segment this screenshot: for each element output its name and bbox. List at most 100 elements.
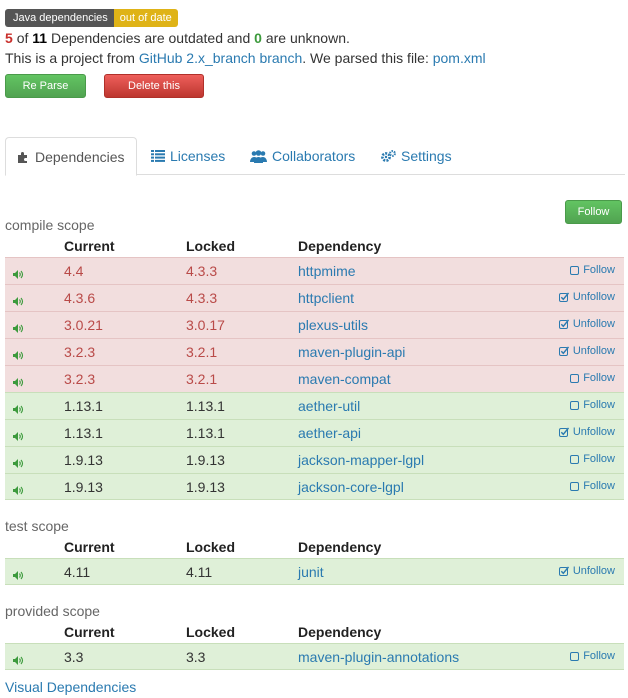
current-version: 4.11 [64,564,91,580]
table-row: 3.2.3 3.2.1 maven-plugin-api Unfollow [5,338,624,365]
checkbox-checked-icon [558,346,569,356]
unfollow-button[interactable]: Unfollow [558,345,615,357]
current-version: 1.9.13 [64,452,103,468]
follow-button[interactable]: Follow [570,264,615,276]
follow-label: Unfollow [572,565,615,577]
speaker-icon [13,428,24,444]
summary-end: are unknown. [265,30,350,46]
locked-version: 3.3 [186,649,206,665]
table-row: 1.9.13 1.9.13 jackson-mapper-lgpl Follow [5,446,624,473]
dependency-link[interactable]: httpmime [298,263,356,279]
table-header-test: Current Locked Dependency [5,537,624,559]
speaker-icon [13,266,24,282]
tab-licenses[interactable]: Licenses [151,137,225,175]
scope-title-test: test scope [5,518,69,534]
scope-title-provided: provided scope [5,603,100,619]
locked-version: 3.2.1 [186,371,218,387]
col-locked: Locked [186,624,236,640]
follow-button[interactable]: Follow [570,372,615,384]
tab-label: Collaborators [272,148,356,164]
badge-status: out of date [113,9,178,27]
unfollow-button[interactable]: Unfollow [558,291,615,303]
visual-dependencies-link[interactable]: Visual Dependencies [5,679,136,695]
list-icon [151,150,165,162]
locked-version: 1.13.1 [186,398,225,414]
dependency-link[interactable]: maven-plugin-annotations [298,649,459,665]
project-middle: . We parsed this file: [302,50,429,66]
unfollow-button[interactable]: Unfollow [558,318,615,330]
follow-button[interactable]: Follow [570,650,615,662]
project-source-line: This is a project from GitHub 2.x_branch… [5,50,486,66]
follow-label: Follow [583,650,615,662]
locked-version: 4.3.3 [186,290,218,306]
summary-middle: Dependencies are outdated and [50,30,251,46]
speaker-icon [13,567,24,583]
col-current: Current [64,539,115,555]
speaker-icon [13,374,24,390]
table-row: 1.13.1 1.13.1 aether-api Unfollow [5,419,624,446]
dependency-link[interactable]: jackson-mapper-lgpl [298,452,424,468]
tab-dependencies[interactable]: Dependencies [5,137,137,176]
current-version: 3.3 [64,649,84,665]
file-link[interactable]: pom.xml [433,50,486,66]
current-version: 4.3.6 [64,290,96,306]
current-version: 3.0.21 [64,317,103,333]
dependency-link[interactable]: jackson-core-lgpl [298,479,404,495]
current-version: 1.13.1 [64,398,103,414]
follow-all-button[interactable]: Follow All [565,200,622,240]
checkbox-icon [570,481,580,491]
dependency-link[interactable]: maven-plugin-api [298,344,405,360]
delete-project-button[interactable]: Delete this project [104,74,204,114]
tab-settings[interactable]: Settings [381,137,452,175]
current-version: 1.13.1 [64,425,103,441]
unfollow-button[interactable]: Unfollow [558,565,615,577]
checkbox-icon [570,651,580,661]
checkbox-checked-icon [558,566,569,576]
status-badge: Java dependencies out of date [5,9,178,27]
dependency-link[interactable]: aether-api [298,425,361,441]
table-row: 4.3.6 4.3.3 httpclient Unfollow [5,284,624,311]
current-version: 1.9.13 [64,479,103,495]
checkbox-icon [570,454,580,464]
table-header-compile: Current Locked Dependency [5,236,624,258]
follow-button[interactable]: Follow [570,453,615,465]
puzzle-icon [17,150,30,163]
table-row: 1.9.13 1.9.13 jackson-core-lgpl Follow [5,473,624,500]
summary-of: of [16,30,29,46]
unknown-count: 0 [254,30,262,46]
outdated-count: 5 [5,30,13,46]
current-version: 4.4 [64,263,84,279]
locked-version: 4.3.3 [186,263,218,279]
dependency-link[interactable]: httpclient [298,290,354,306]
dependency-link[interactable]: maven-compat [298,371,391,387]
reparse-button[interactable]: Re Parse Now [5,74,86,114]
unfollow-button[interactable]: Unfollow [558,426,615,438]
tab-collaborators[interactable]: Collaborators [250,137,355,175]
badge-label: Java dependencies [5,9,114,27]
table-row: 3.3 3.3 maven-plugin-annotations Follow [5,643,624,670]
checkbox-checked-icon [558,427,569,437]
table-row: 1.13.1 1.13.1 aether-util Follow [5,392,624,419]
total-count: 11 [32,30,48,46]
locked-version: 4.11 [186,564,213,580]
follow-label: Unfollow [572,426,615,438]
dependency-link[interactable]: plexus-utils [298,317,368,333]
follow-button[interactable]: Follow [570,399,615,411]
locked-version: 1.9.13 [186,452,225,468]
col-current: Current [64,624,115,640]
dependency-link[interactable]: aether-util [298,398,360,414]
tab-label: Dependencies [35,148,125,165]
table-row: 4.4 4.3.3 httpmime Follow [5,257,624,284]
follow-button[interactable]: Follow [570,480,615,492]
gears-icon [381,149,396,163]
checkbox-icon [570,373,580,383]
source-link[interactable]: GitHub 2.x_branch branch [139,50,302,66]
col-current: Current [64,238,115,254]
locked-version: 1.13.1 [186,425,225,441]
dependency-link[interactable]: junit [298,564,324,580]
locked-version: 3.2.1 [186,344,218,360]
col-dependency: Dependency [298,539,382,555]
locked-version: 3.0.17 [186,317,225,333]
table-compile: 4.4 4.3.3 httpmime Follow 4.3.6 4.3.3 httpclie… [5,257,624,500]
follow-label: Follow [583,372,615,384]
